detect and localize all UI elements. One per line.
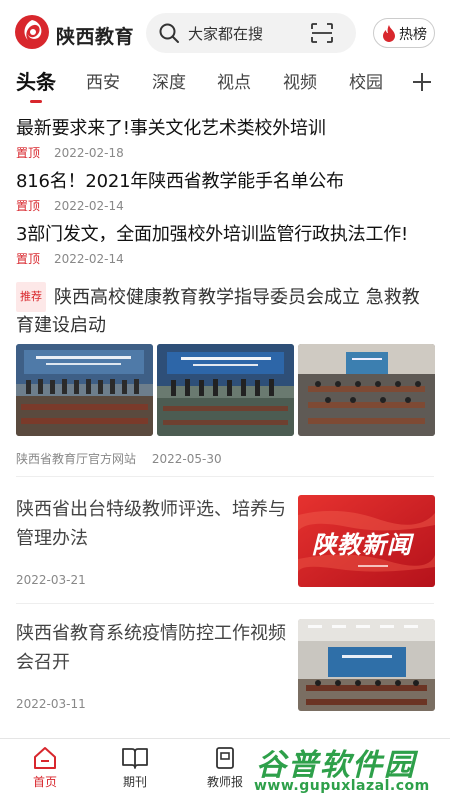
list-item[interactable]: 3部门发文，全面加强校外培训监管行政执法工作! 置顶 2022-02-14 [16, 220, 440, 267]
news-date: 2022-02-18 [54, 146, 124, 160]
tab-viewpoint[interactable]: 视点 [217, 68, 251, 93]
recommended-article[interactable]: 推荐 陕西高校健康教育教学指导委员会成立 急救教育建设启动 [16, 282, 436, 340]
search-placeholder: 大家都在搜 [188, 25, 264, 43]
news-title: 陕西省教育系统疫情防控工作视频会召开 [16, 623, 286, 673]
search-icon [159, 23, 179, 43]
newspaper-icon [216, 747, 234, 769]
news-date: 2022-02-14 [54, 252, 124, 266]
article-meta: 陕西省教育厅官方网站 2022-05-30 [16, 450, 222, 467]
news-date: 2022-02-14 [54, 199, 124, 213]
hot-list-button[interactable]: 热榜 [373, 18, 435, 48]
article-source: 陕西省教育厅官方网站 [16, 452, 137, 466]
news-title: 3部门发文，全面加强校外培训监管行政执法工作! [16, 224, 409, 245]
news-date: 2022-03-21 [16, 573, 86, 587]
news-date: 2022-03-11 [16, 697, 86, 711]
active-tab-indicator [30, 100, 42, 103]
app-header: 陕西教育 大家都在搜 热榜 [0, 0, 450, 64]
list-item[interactable]: 陕西省出台特级教师评选、培养与管理办法 2022-03-21 陕教新闻 [16, 495, 435, 595]
app-title: 陕西教育 [56, 26, 135, 48]
news-title: 陕西省出台特级教师评选、培养与管理办法 [16, 499, 286, 549]
home-icon [34, 747, 56, 769]
nav-home-label: 首页 [32, 775, 57, 789]
news-title: 816名！2021年陕西省教学能手名单公布 [16, 171, 344, 192]
news-title: 陕西高校健康教育教学指导委员会成立 急救教育建设启动 [16, 287, 420, 336]
tab-xian[interactable]: 西安 [86, 68, 120, 93]
nav-journal[interactable]: 期刊 [100, 745, 170, 790]
tab-video[interactable]: 视频 [283, 68, 317, 93]
photo-gallery[interactable] [16, 344, 436, 436]
scan-icon[interactable] [310, 22, 334, 44]
news-thumbnail: 陕教新闻 [298, 495, 435, 587]
tab-depth[interactable]: 深度 [152, 68, 186, 93]
nav-home[interactable]: 首页 [10, 745, 80, 790]
list-item[interactable]: 陕西省教育系统疫情防控工作视频会召开 2022-03-11 [16, 619, 435, 719]
divider [16, 476, 434, 477]
book-icon [122, 748, 148, 769]
list-item[interactable]: 最新要求来了!事关文化艺术类校外培训 置顶 2022-02-18 [16, 114, 440, 161]
pinned-tag: 置顶 [16, 199, 41, 213]
search-bar[interactable]: 大家都在搜 [146, 13, 356, 53]
hot-list-label: 热榜 [399, 27, 427, 43]
app-logo-icon [15, 15, 49, 49]
photo-meeting-2 [157, 344, 294, 436]
pinned-tag: 置顶 [16, 146, 41, 160]
tab-headlines[interactable]: 头条 [16, 66, 56, 95]
list-item[interactable]: 816名！2021年陕西省教学能手名单公布 置顶 2022-02-14 [16, 167, 440, 214]
channel-tabs: 头条 西安 深度 视点 视频 校园 [0, 64, 450, 104]
photo-meeting-1 [16, 344, 153, 436]
pinned-tag: 置顶 [16, 252, 41, 266]
news-title: 最新要求来了!事关文化艺术类校外培训 [16, 118, 326, 139]
site-watermark: 谷普软件园 www.gupuxlazal.com [250, 738, 450, 800]
news-thumbnail [298, 619, 435, 711]
recommend-tag: 推荐 [16, 282, 46, 312]
news-date: 2022-05-30 [151, 452, 222, 466]
thumbnail-title: 陕教新闻 [312, 531, 412, 559]
photo-meeting-3 [298, 344, 435, 436]
watermark-url: www.gupuxlazal.com [254, 778, 430, 794]
flame-icon [383, 25, 395, 42]
tab-campus[interactable]: 校园 [349, 68, 383, 93]
divider [16, 603, 434, 604]
nav-journal-label: 期刊 [122, 775, 147, 789]
add-channel-icon[interactable] [410, 70, 434, 94]
